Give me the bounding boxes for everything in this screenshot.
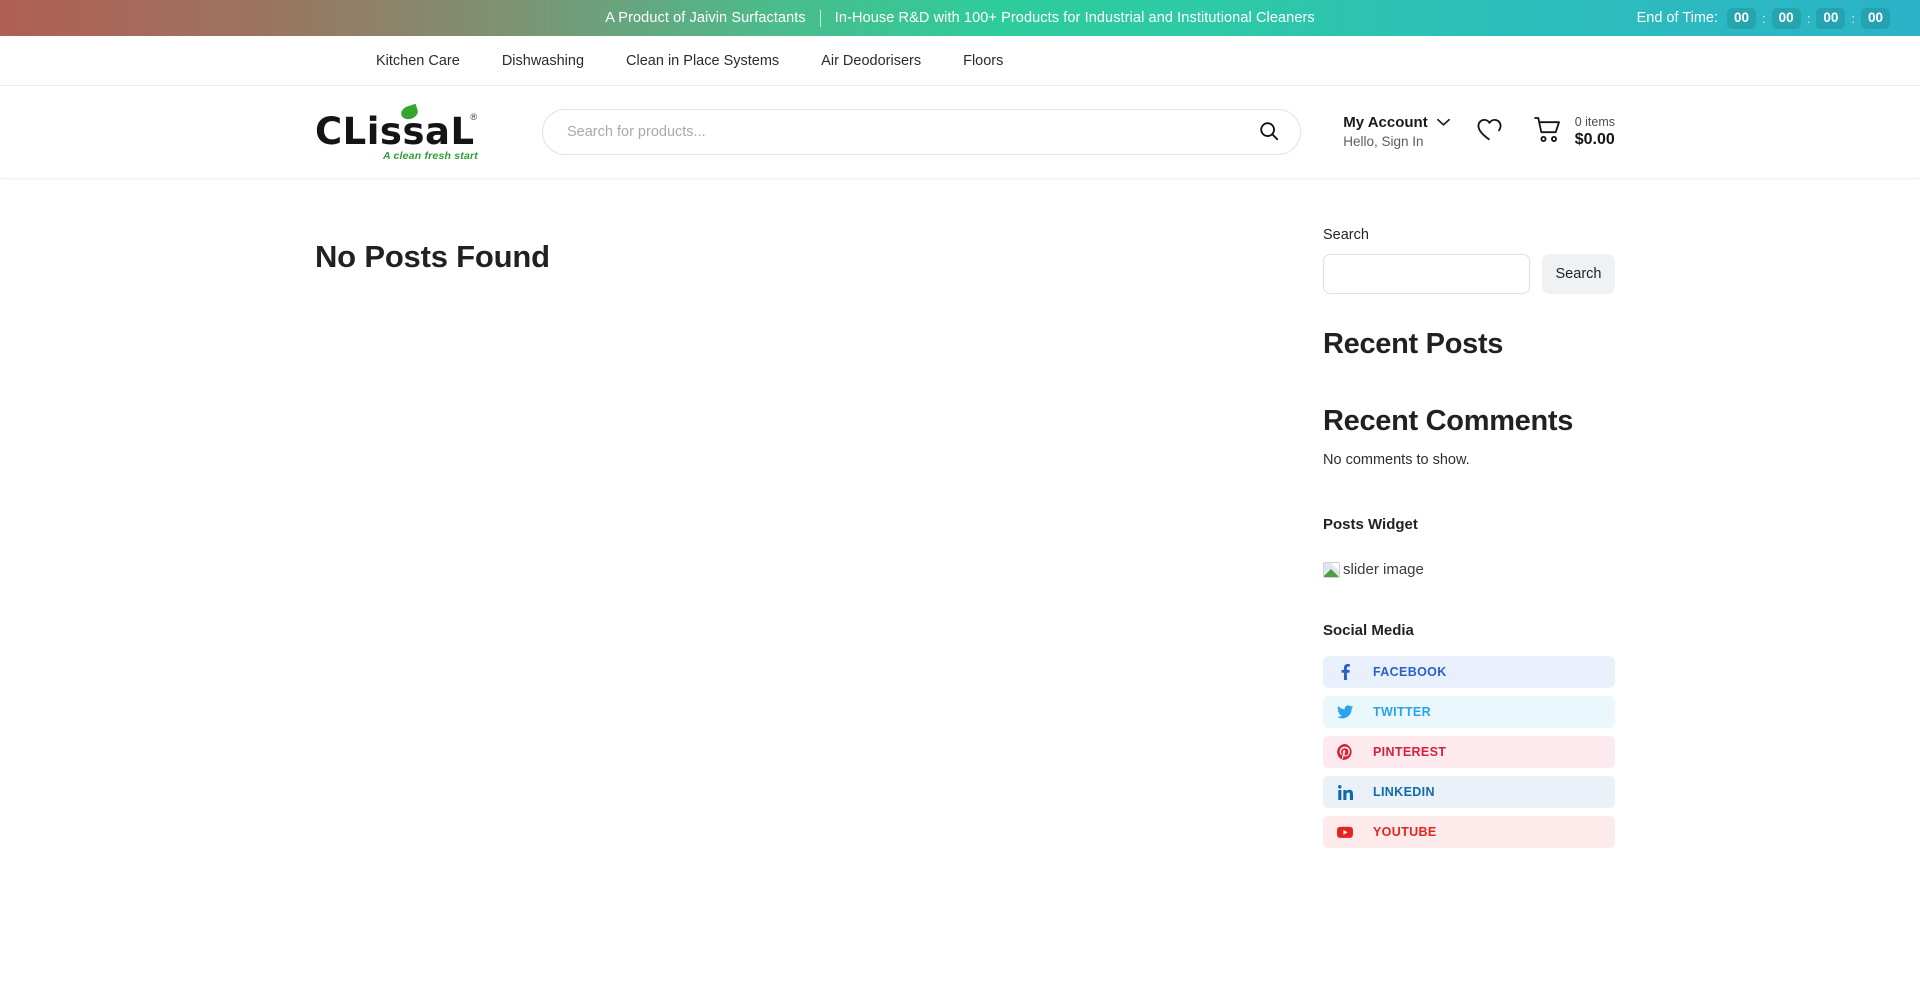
pinterest-icon: [1337, 744, 1353, 760]
countdown-days: 00: [1727, 7, 1757, 29]
countdown-timer: End of Time: 00 : 00 : 00 : 00: [1636, 7, 1890, 29]
nav-item-clean-in-place[interactable]: Clean in Place Systems: [605, 53, 800, 69]
recent-comments-widget: Recent Comments No comments to show.: [1323, 405, 1615, 468]
wishlist-button[interactable]: [1476, 117, 1503, 147]
countdown-separator-1: :: [1762, 10, 1766, 26]
logo-tagline: A clean fresh start: [382, 150, 478, 162]
search-box[interactable]: [542, 109, 1302, 155]
search-input[interactable]: [565, 123, 1257, 141]
social-label-facebook: FACEBOOK: [1373, 665, 1447, 679]
posts-widget: Posts Widget slider image: [1323, 516, 1615, 578]
site-header: ® CLissaL A clean fresh start My: [0, 86, 1920, 179]
youtube-icon: [1337, 826, 1353, 839]
nav-item-floors[interactable]: Floors: [942, 53, 1024, 69]
social-label-twitter: TWITTER: [1373, 705, 1431, 719]
sign-in-label: Hello, Sign In: [1343, 133, 1424, 149]
my-account-menu[interactable]: My Account Hello, Sign In: [1343, 113, 1450, 151]
social-media-widget: Social Media FACEBOOK TWITTER PINTEREST …: [1323, 622, 1615, 848]
registered-mark: ®: [470, 112, 477, 122]
social-link-facebook[interactable]: FACEBOOK: [1323, 656, 1615, 688]
broken-image-placeholder: slider image: [1323, 561, 1615, 578]
social-label-linkedin: LINKEDIN: [1373, 785, 1435, 799]
broken-image-alt-text: slider image: [1343, 561, 1424, 578]
recent-comments-title: Recent Comments: [1323, 405, 1574, 437]
broken-image-icon: [1323, 561, 1340, 578]
sidebar: Search Search Recent Posts Recent Commen…: [1323, 219, 1615, 882]
countdown-minutes: 00: [1816, 7, 1846, 29]
social-label-pinterest: PINTEREST: [1373, 745, 1447, 759]
social-link-pinterest[interactable]: PINTEREST: [1323, 736, 1615, 768]
search-submit-button[interactable]: [1256, 120, 1282, 145]
nav-item-dishwashing[interactable]: Dishwashing: [481, 53, 605, 69]
promo-tagline: In-House R&D with 100+ Products for Indu…: [834, 10, 1315, 26]
recent-comments-empty: No comments to show.: [1323, 452, 1470, 468]
navbar-items: Kitchen Care Dishwashing Clean in Place …: [320, 53, 1600, 69]
social-link-linkedin[interactable]: LINKEDIN: [1323, 776, 1615, 808]
cart-button[interactable]: 0 items $0.00: [1533, 115, 1615, 150]
main-content: No Posts Found: [315, 219, 1323, 882]
cart-item-count: 0 items: [1574, 114, 1615, 129]
sidebar-search-input[interactable]: [1323, 254, 1530, 294]
search-icon: [1258, 120, 1280, 145]
countdown-seconds: 00: [1860, 7, 1890, 29]
countdown-separator-2: :: [1806, 10, 1811, 26]
recent-posts-title: Recent Posts: [1323, 328, 1504, 360]
facebook-icon: [1337, 664, 1353, 680]
social-label-youtube: YOUTUBE: [1373, 825, 1437, 839]
page-title: No Posts Found: [315, 239, 550, 274]
product-search: [542, 109, 1302, 155]
top-promo-bar: A Product of Jaivin Surfactants In-House…: [0, 0, 1920, 36]
sidebar-search-label: Search: [1323, 227, 1369, 243]
promo-message: A Product of Jaivin Surfactants In-House…: [0, 9, 1920, 27]
social-media-title: Social Media: [1323, 622, 1414, 639]
countdown-label: End of Time:: [1636, 10, 1718, 26]
heart-icon: [1476, 117, 1503, 147]
countdown-separator-3: :: [1851, 10, 1855, 26]
cart-total: $0.00: [1574, 130, 1615, 148]
sidebar-search-widget: Search Search: [1323, 227, 1615, 294]
posts-widget-title: Posts Widget: [1323, 516, 1418, 533]
nav-item-air-deodorisers[interactable]: Air Deodorisers: [800, 53, 942, 69]
sidebar-search-button[interactable]: Search: [1542, 254, 1615, 294]
site-logo[interactable]: ® CLissaL A clean fresh start: [315, 103, 480, 162]
twitter-icon: [1337, 705, 1353, 719]
logo-wordmark: CLissaL: [315, 113, 480, 150]
page-body: No Posts Found Search Search Recent Post…: [305, 179, 1615, 882]
chevron-down-icon: [1436, 114, 1450, 132]
promo-product-line: A Product of Jaivin Surfactants: [605, 10, 806, 26]
my-account-label: My Account: [1343, 113, 1428, 131]
social-link-youtube[interactable]: YOUTUBE: [1323, 816, 1615, 848]
cart-icon: [1533, 116, 1563, 149]
category-navbar: Kitchen Care Dishwashing Clean in Place …: [0, 36, 1920, 86]
recent-posts-widget: Recent Posts: [1323, 328, 1615, 361]
nav-item-kitchen-care[interactable]: Kitchen Care: [376, 53, 481, 69]
countdown-hours: 00: [1771, 7, 1801, 29]
logo-text-prefix: CL: [315, 110, 367, 153]
social-link-twitter[interactable]: TWITTER: [1323, 696, 1615, 728]
linkedin-icon: [1337, 784, 1353, 800]
